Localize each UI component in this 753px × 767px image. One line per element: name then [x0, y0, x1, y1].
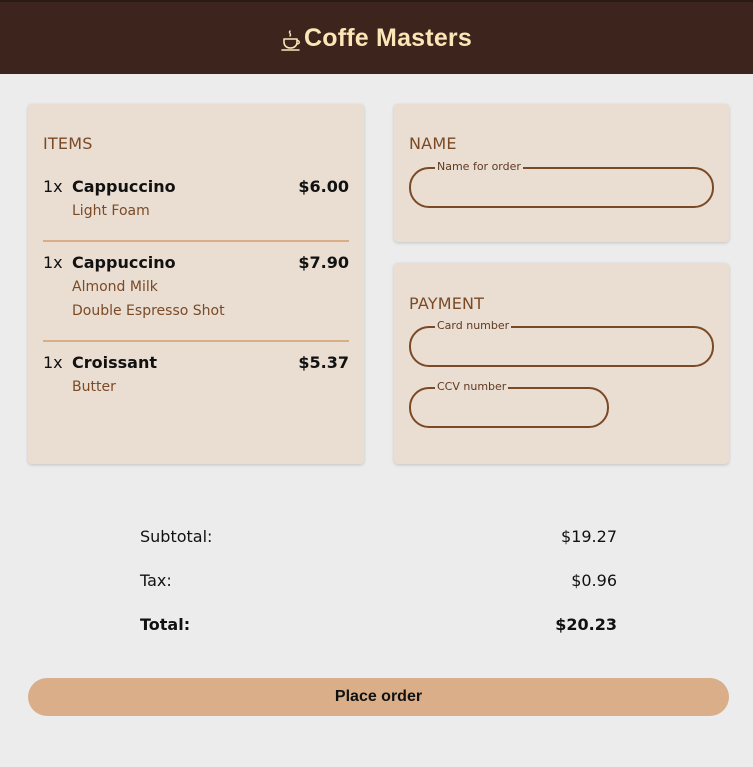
line-item-name: Cappuccino: [72, 253, 176, 272]
subtotal-label: Subtotal:: [140, 527, 213, 546]
line-item-option: Almond Milk: [72, 279, 158, 295]
name-field[interactable]: Name for order: [409, 160, 714, 208]
subtotal-value: $19.27: [561, 527, 617, 546]
coffee-cup-icon: [281, 29, 301, 51]
tax-value: $0.96: [571, 571, 617, 590]
card-number-field[interactable]: Card number: [409, 319, 714, 367]
line-item: 1x Croissant $5.37 Butter: [43, 353, 349, 399]
ccv-label: CCV number: [435, 380, 509, 394]
line-item-price: $5.37: [298, 353, 349, 372]
line-item: 1x Cappuccino $6.00 Light Foam: [43, 177, 349, 223]
name-card: NAME Name for order: [394, 104, 729, 242]
items-card: ITEMS 1x Cappuccino $6.00 Light Foam 1x …: [28, 104, 364, 464]
line-item-qty: 1x: [43, 253, 63, 272]
app-title: Coffe Masters: [304, 23, 472, 52]
line-item: 1x Cappuccino $7.90 Almond Milk Double E…: [43, 253, 349, 323]
line-item-price: $7.90: [298, 253, 349, 272]
tax-label: Tax:: [140, 571, 172, 590]
card-number-input[interactable]: [425, 336, 698, 356]
name-input[interactable]: [425, 177, 698, 197]
line-item-price: $6.00: [298, 177, 349, 196]
line-item-option: Light Foam: [72, 203, 150, 219]
item-divider: [43, 340, 349, 342]
line-item-name: Croissant: [72, 353, 157, 372]
place-order-button[interactable]: Place order: [28, 678, 729, 716]
line-item-qty: 1x: [43, 353, 63, 372]
total-label: Total:: [140, 615, 191, 634]
brand[interactable]: Coffe Masters: [281, 24, 472, 53]
total-value: $20.23: [555, 615, 617, 634]
tax-row: Tax: $0.96: [140, 571, 617, 590]
line-item-option: Double Espresso Shot: [72, 303, 225, 319]
payment-heading: PAYMENT: [409, 294, 485, 313]
name-heading: NAME: [409, 134, 457, 153]
total-row: Total: $20.23: [140, 615, 617, 634]
line-item-qty: 1x: [43, 177, 63, 196]
item-divider: [43, 240, 349, 242]
line-item-name: Cappuccino: [72, 177, 176, 196]
line-item-option: Butter: [72, 379, 116, 395]
name-field-label: Name for order: [435, 160, 523, 174]
card-number-label: Card number: [435, 319, 512, 333]
app-header: Coffe Masters: [0, 0, 753, 74]
ccv-input[interactable]: [425, 397, 593, 417]
items-heading: ITEMS: [43, 134, 93, 153]
ccv-field[interactable]: CCV number: [409, 380, 609, 428]
subtotal-row: Subtotal: $19.27: [140, 527, 617, 546]
payment-card: PAYMENT Card number CCV number: [394, 263, 729, 464]
